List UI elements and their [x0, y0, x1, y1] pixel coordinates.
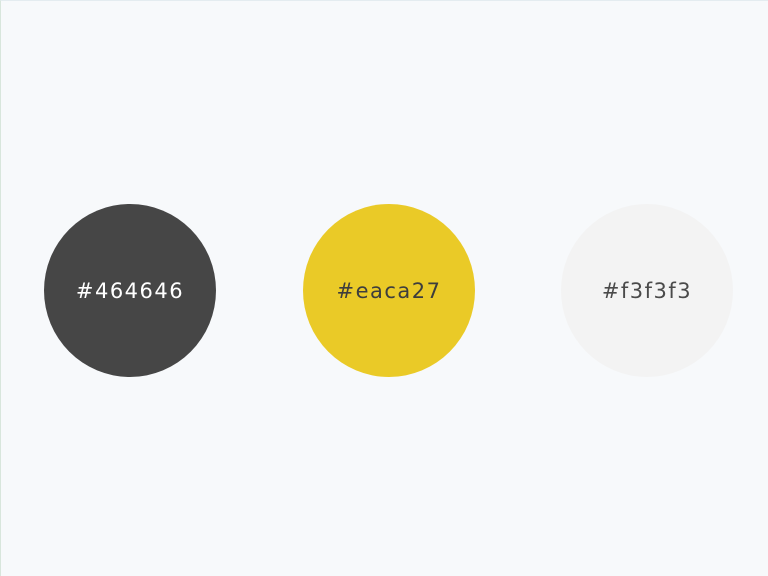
swatch-hex-label: #eaca27: [336, 278, 442, 303]
swatch-hex-label: #464646: [75, 278, 185, 303]
color-swatch: #eaca27: [303, 204, 475, 377]
color-swatch: #f3f3f3: [561, 204, 733, 377]
color-swatch: #464646: [44, 204, 216, 377]
palette-canvas: #464646 #eaca27 #f3f3f3: [0, 0, 768, 576]
swatch-hex-label: #f3f3f3: [601, 278, 693, 303]
